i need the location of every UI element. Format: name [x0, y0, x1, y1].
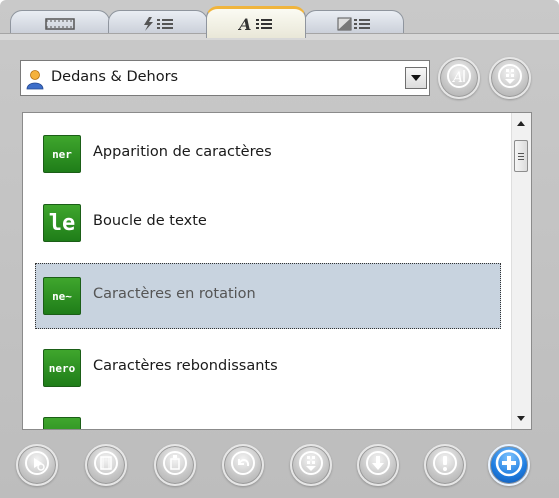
- add-icon: [495, 449, 523, 481]
- category-dropdown[interactable]: Dedans & Dehors: [20, 60, 430, 96]
- list-item[interactable]: nero Caractères rebondissants: [35, 335, 501, 401]
- dropdown-value: Dedans & Dehors: [51, 69, 179, 85]
- effect-thumbnail: [43, 417, 81, 429]
- effects-panel: A Dedans & Dehors A ner Apparition de ca…: [0, 0, 559, 498]
- list-item[interactable]: ner Apparition de caractères: [35, 121, 501, 187]
- text-style-list-icon: A: [238, 15, 274, 33]
- clip-button[interactable]: [154, 444, 196, 486]
- effect-thumbnail: ner: [43, 135, 81, 173]
- list-item[interactable]: [35, 403, 501, 429]
- preview-icon: [24, 450, 50, 480]
- alert-icon: [432, 450, 458, 480]
- thumbnail-text: ne~: [52, 289, 72, 303]
- bottom-toolbar: [0, 440, 559, 498]
- scroll-up-icon[interactable]: [517, 121, 525, 126]
- alert-button[interactable]: [424, 444, 466, 486]
- effect-thumbnail: nero: [43, 349, 81, 387]
- person-icon: [26, 70, 44, 94]
- vertical-scrollbar[interactable]: [511, 113, 531, 429]
- effect-thumbnail: le: [43, 204, 81, 242]
- chevron-down-icon[interactable]: [405, 67, 427, 89]
- list-item-label: Apparition de caractères: [93, 144, 272, 160]
- download-effects-button[interactable]: [489, 57, 531, 99]
- download-grid-button[interactable]: [290, 444, 332, 486]
- download-arrow-icon: [365, 450, 391, 480]
- clip-icon: [162, 450, 188, 480]
- list-item-selected[interactable]: ne~ Caractères en rotation: [35, 263, 501, 329]
- thumbnail-text: ner: [52, 147, 72, 161]
- film-icon: [93, 450, 119, 480]
- text-a-icon: A: [446, 63, 472, 93]
- effects-list[interactable]: ner Apparition de caractères le Boucle d…: [22, 112, 532, 430]
- download-button[interactable]: [357, 444, 399, 486]
- preview-button[interactable]: [16, 444, 58, 486]
- download-grid-icon: [298, 450, 324, 480]
- svg-text:A: A: [238, 15, 251, 33]
- svg-text:A: A: [451, 70, 463, 86]
- tab-strip: A: [10, 4, 430, 38]
- undo-icon: [230, 450, 256, 480]
- effect-thumbnail: ne~: [43, 277, 81, 315]
- thumbnail-text: nero: [48, 361, 76, 375]
- scroll-down-icon[interactable]: [517, 416, 525, 421]
- list-item-label: Caractères en rotation: [93, 286, 256, 302]
- text-style-button[interactable]: A: [438, 57, 480, 99]
- film-button[interactable]: [85, 444, 127, 486]
- thumbnail-text: le: [48, 210, 76, 236]
- lightning-list-icon: [141, 16, 175, 32]
- tab-text[interactable]: A: [206, 6, 306, 38]
- undo-button[interactable]: [222, 444, 264, 486]
- download-grid-icon: [497, 63, 523, 93]
- scrollbar-thumb[interactable]: [514, 140, 528, 172]
- image-list-icon: [336, 16, 372, 32]
- list-item-label: Caractères rebondissants: [93, 358, 278, 374]
- add-button[interactable]: [488, 444, 530, 486]
- list-item-label: Boucle de texte: [93, 213, 207, 229]
- film-strip-icon: [45, 17, 75, 31]
- list-item[interactable]: le Boucle de texte: [35, 190, 501, 256]
